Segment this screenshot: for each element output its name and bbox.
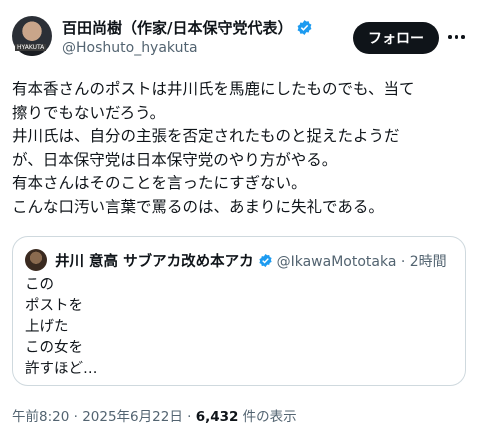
quote-line: 上げた [25,319,69,335]
post-meta: 午前8:20 · 2025年6月22日 · 6,432 件の表示 [12,405,297,425]
verified-badge-icon [298,20,312,35]
post-line: 井川氏は、自分の主張を否定されたものと捉えたようだ [12,127,400,145]
follow-button[interactable]: フォロー [353,22,439,54]
post-line: こんな口汚い言葉で罵るのは、あまりに失礼である。 [12,197,384,216]
post-text: 有本香さんのポストは井川氏を馬鹿にしたものでも、当て 擦りでもないだろう。 井川… [12,78,468,219]
quote-author-avatar [25,249,47,271]
more-options-icon[interactable] [448,28,468,46]
quote-header: 井川 意高 サブアカ改め本アカ @IkawaMototaka · 2時間 [55,250,447,271]
quote-line: ポストを [25,298,83,314]
post-line: 擦りでもないだろう。 [12,103,166,122]
quote-handle-time: @IkawaMototaka · 2時間 [276,253,447,270]
quote-line: この [25,277,54,293]
avatar-badge: HYAKUTA [15,44,47,51]
quote-author-name: 井川 意高 サブアカ改め本アカ [55,254,254,270]
quote-line: 許すほど… [25,361,98,377]
post-line: 有本香さんのポストは井川氏を馬鹿にしたものでも、当て [12,80,415,98]
quote-text: この ポストを 上げた この女を 許すほど… [25,275,98,380]
author-display-name[interactable]: 百田尚樹（作家/日本保守党代表） [62,17,292,38]
view-count: 6,432 [195,409,239,425]
post-timestamp[interactable]: 午前8:20 · 2025年6月22日 · [12,409,196,425]
post-line: 有本さんはそのことを言ったにすぎない。 [12,174,307,192]
verified-badge-icon [258,253,272,268]
quoted-post[interactable]: 井川 意高 サブアカ改め本アカ @IkawaMototaka · 2時間 この … [12,236,466,386]
author-handle[interactable]: @Hoshuto_hyakuta [62,40,198,56]
quote-line: この女を [25,340,83,356]
author-name-row: 百田尚樹（作家/日本保守党代表） [62,17,313,38]
view-count-label: 件の表示 [238,409,297,425]
post-line: が、日本保守党は日本保守党のやり方がやる。 [12,150,338,169]
